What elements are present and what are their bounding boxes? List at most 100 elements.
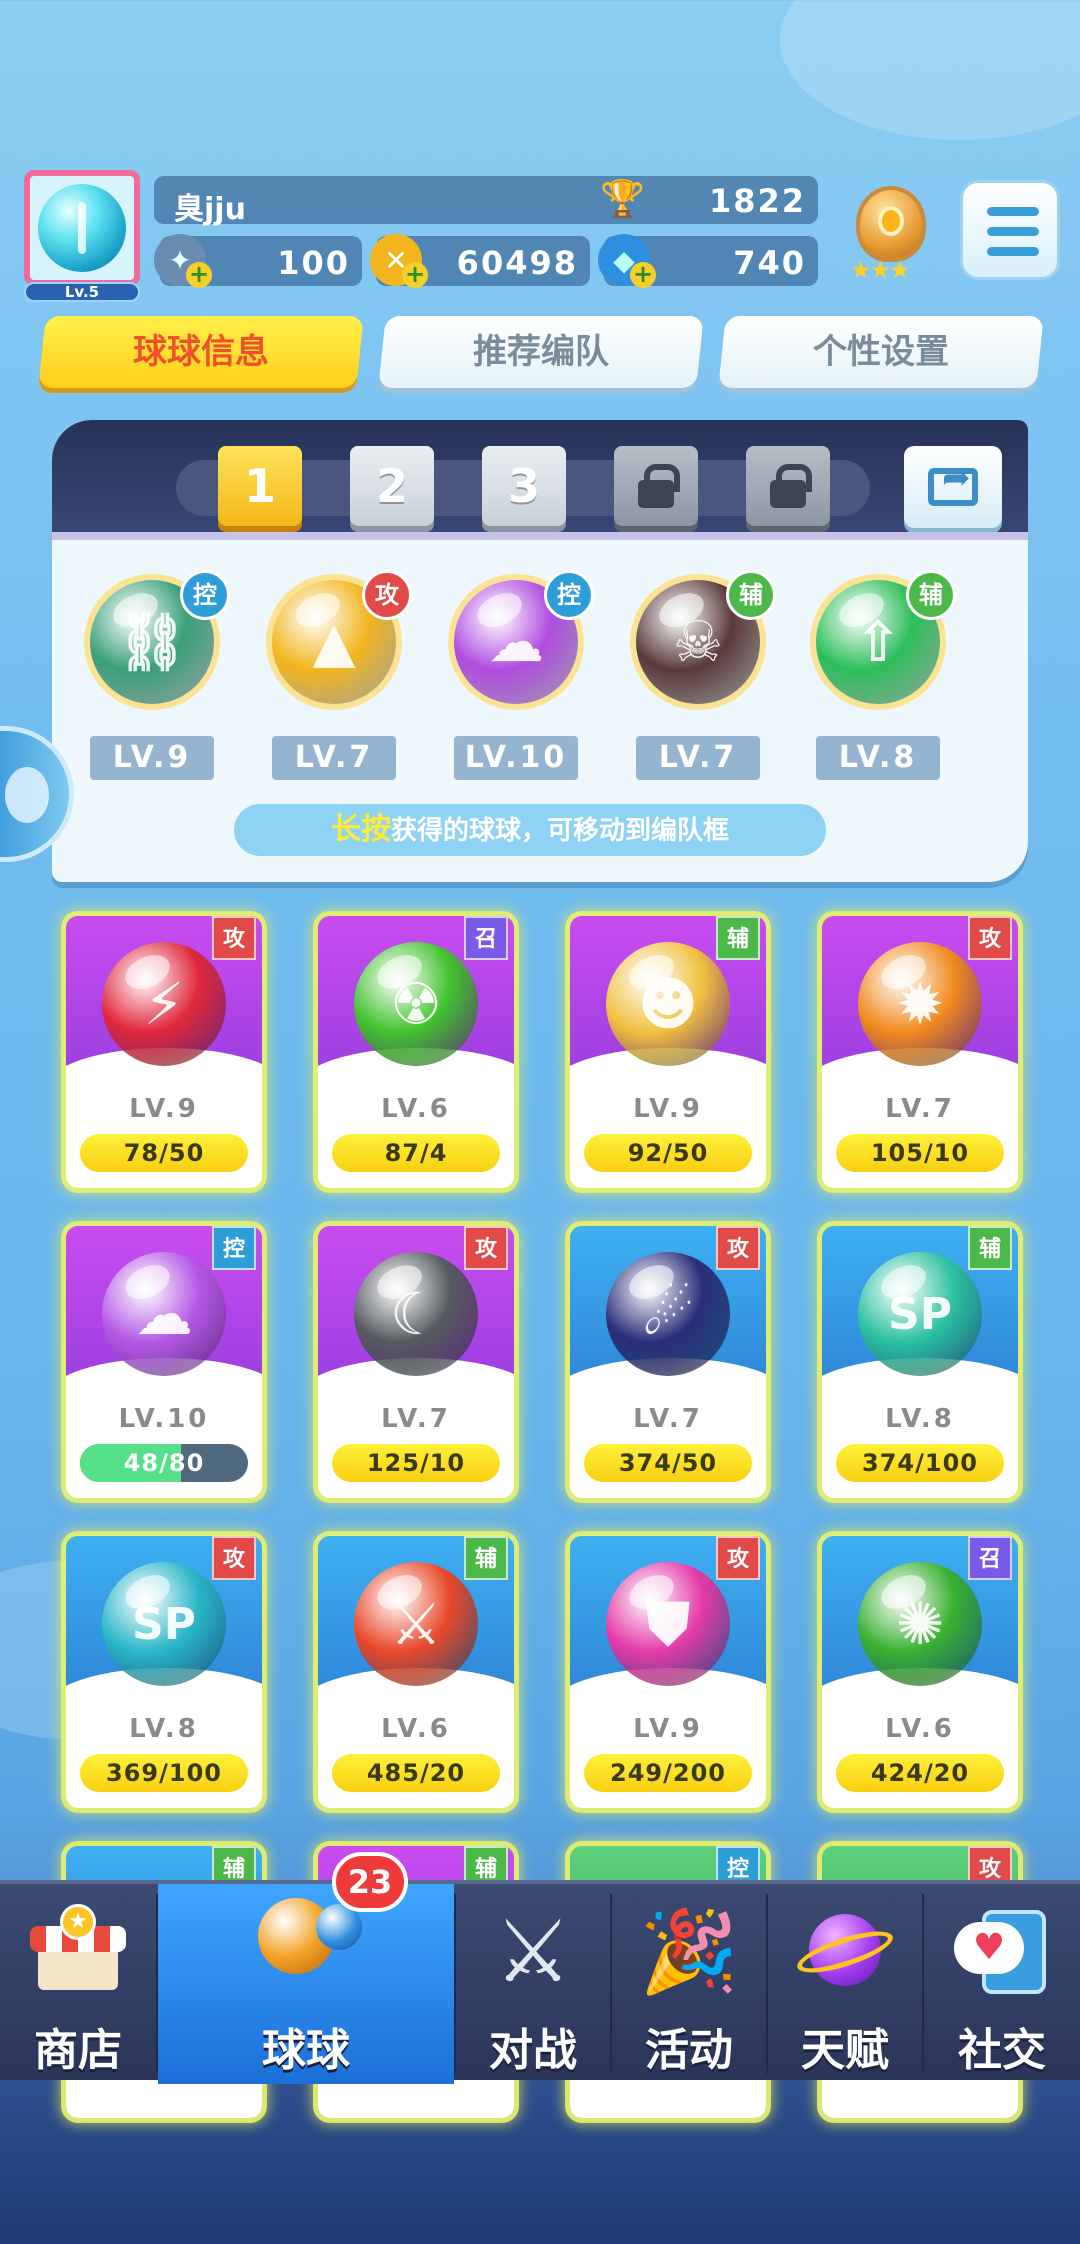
ball-progress: 125/10 [332,1444,500,1482]
progress-text: 92/50 [627,1139,709,1167]
team-ball-level: LV.7 [272,736,396,780]
nav-item-party-popper[interactable]: 🎉 活动 [612,1884,766,2084]
ball-progress: 369/100 [80,1754,248,1792]
tab-ball-info-label: 球球信息 [133,332,269,372]
ball-level: LV.7 [381,1404,451,1434]
team-slot-locked-5[interactable] [746,446,830,526]
ball-card[interactable]: 攻 ☄ LV.7 374/50 [570,1226,766,1498]
planet-icon [793,1904,897,2000]
tab-personal-settings[interactable]: 个性设置 [718,316,1044,388]
pumpkin-icon: ☻ [637,970,699,1038]
cloud-orb-icon: ☁ [102,1252,226,1376]
player-avatar[interactable] [24,170,140,286]
team-panel: 1 2 3 ⛓控 LV.9 ▲攻 LV.7 ☁控 LV.10 ☠辅 LV.7 ⇧辅 LV.8 长按… [52,420,1028,882]
stamina-plus-icon[interactable]: + [186,262,212,288]
ball-card[interactable]: 辅 ⚔ LV.6 485/20 [318,1536,514,1808]
progress-text: 125/10 [366,1449,466,1477]
thorn-icon: ✺ [895,1590,945,1658]
team-ball-chain[interactable]: ⛓ 控 [80,570,230,710]
team-slot-locked-4[interactable] [614,446,698,526]
nav-label: 社交 [958,2025,1046,2076]
team-slot-1[interactable]: 1 [218,446,302,526]
bottom-nav: ★ 商店 球球 ⚔ 对战 🎉 活动 天赋 ♥ 社交 [0,1880,1080,2084]
coins-plus-icon[interactable]: + [402,262,428,288]
nav-divider [454,1894,456,2074]
nav-item-balls[interactable]: 球球 [158,1884,454,2084]
team-slot-2[interactable]: 2 [350,446,434,526]
shield-break-icon: ⛊ [646,1589,690,1658]
ball-level: LV.9 [633,1094,703,1124]
tab-ball-info[interactable]: 球球信息 [38,316,364,388]
ball-card[interactable]: 攻 SP LV.8 369/100 [66,1536,262,1808]
coins-bar[interactable]: ✕ + 60498 [370,234,590,288]
ball-progress: 424/20 [836,1754,1004,1792]
ball-card[interactable]: 攻 ✹ LV.7 105/10 [822,916,1018,1188]
rank-badge[interactable]: ★★★ [842,180,940,290]
menu-button[interactable] [960,180,1060,280]
menu-line-icon [987,227,1039,236]
ball-card[interactable]: 召 ✺ LV.6 424/20 [822,1536,1018,1808]
team-slot-3[interactable]: 3 [482,446,566,526]
role-badge: 辅 [726,570,776,620]
crossed-swords-icon: ⚔ [494,1902,572,2002]
radiation-orb-icon: ☢ [354,942,478,1066]
progress-text: 374/100 [862,1449,978,1477]
ball-level: LV.7 [885,1094,955,1124]
stamina-bar[interactable]: ✦ + 100 [154,234,362,288]
team-ball-skull[interactable]: ☠ 辅 [626,570,776,710]
tab-recommended-team[interactable]: 推荐编队 [378,316,704,388]
team-ball-cloud[interactable]: ☁ 控 [444,570,594,710]
gems-value: 740 [733,244,806,282]
cloud-icon: ☁ [135,1280,193,1348]
nav-item-shop[interactable]: ★ 商店 [0,1884,156,2084]
ball-progress: 78/50 [80,1134,248,1172]
ball-card[interactable]: 攻 ⛊ LV.9 249/200 [570,1536,766,1808]
swords-up-orb-icon: ⚔ [354,1562,478,1686]
sp-sword-orb-icon: SP [102,1562,226,1686]
comet-orb-icon: ☄ [606,1252,730,1376]
gems-bar[interactable]: ◆ + 740 [598,234,818,288]
progress-text: 48/80 [123,1449,205,1477]
ball-card[interactable]: 控 ☁ LV.10 48/80 [66,1226,262,1498]
team-header: 1 2 3 [52,420,1028,540]
sun-wand-icon: ✹ [895,970,945,1038]
lock-icon [638,464,680,508]
ball-level: LV.8 [129,1714,199,1744]
progress-text: 485/20 [366,1759,466,1787]
sp-sword-icon: SP [132,1598,196,1650]
sp-hand-orb-icon: SP [858,1252,982,1376]
ball-level: LV.7 [633,1404,703,1434]
nav-item-crossed-swords[interactable]: ⚔ 对战 [456,1884,610,2084]
ball-card[interactable]: 辅 SP LV.8 374/100 [822,1226,1018,1498]
progress-text: 249/200 [610,1759,726,1787]
ball-level: LV.6 [381,1094,451,1124]
ball-progress: 485/20 [332,1754,500,1792]
team-ball-level: LV.10 [454,736,578,780]
trophy-count: 1822 [708,182,806,220]
trophy-icon: 🏆 [600,179,645,220]
nav-item-planet[interactable]: 天赋 [768,1884,922,2084]
ball-card[interactable]: 攻 ☾ LV.7 125/10 [318,1226,514,1498]
team-ball-level: LV.7 [636,736,760,780]
tab-personal-settings-label: 个性设置 [813,332,949,372]
ball-card[interactable]: 辅 ☻ LV.9 92/50 [570,916,766,1188]
role-badge: 辅 [906,570,956,620]
role-badge: 攻 [362,570,412,620]
team-ball-arrow-up[interactable]: ⇧ 辅 [806,570,956,710]
gems-plus-icon[interactable]: + [630,262,656,288]
notification-badge: 23 [332,1852,408,1912]
ball-progress: 87/4 [332,1134,500,1172]
ball-card[interactable]: 召 ☢ LV.6 87/4 [318,916,514,1188]
role-badge: 控 [180,570,230,620]
team-ball-spark[interactable]: ▲ 攻 [262,570,412,710]
ball-level: LV.9 [129,1094,199,1124]
ball-level: LV.10 [118,1404,210,1434]
ball-card[interactable]: 攻 ⚡ LV.9 78/50 [66,916,262,1188]
role-badge: 控 [544,570,594,620]
ball-level: LV.8 [885,1404,955,1434]
progress-text: 424/20 [870,1759,970,1787]
share-button[interactable] [904,446,1002,528]
pumpkin-orb-icon: ☻ [606,942,730,1066]
nav-item-chat-heart[interactable]: ♥ 社交 [924,1884,1080,2084]
party-popper-icon: 🎉 [639,1905,739,1998]
